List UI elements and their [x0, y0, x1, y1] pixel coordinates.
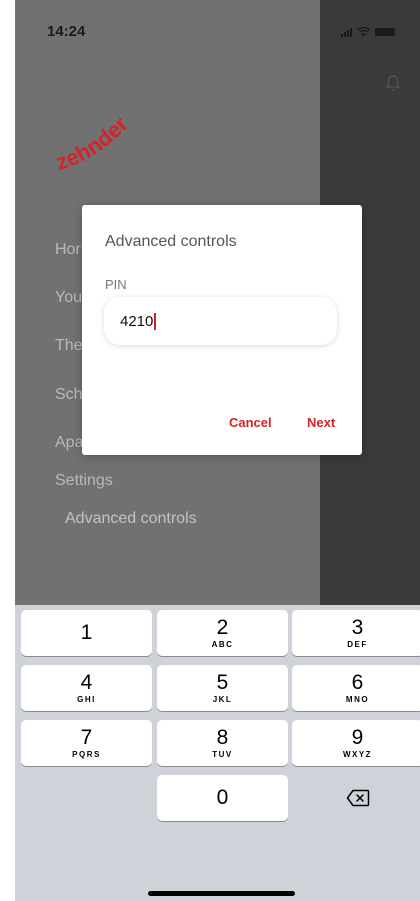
menu-subitem-advanced-controls[interactable]: Advanced controls [65, 510, 197, 528]
key-letters: GHI [77, 695, 96, 704]
pin-input[interactable]: 4210 [104, 297, 337, 345]
key-6[interactable]: 6 MNO [292, 665, 420, 711]
key-letters: ABC [211, 640, 234, 649]
key-8[interactable]: 8 TUV [157, 720, 288, 766]
key-1[interactable]: 1 [21, 610, 152, 656]
key-letters: DEF [347, 640, 368, 649]
key-number: 3 [351, 616, 364, 639]
key-number: 1 [80, 621, 93, 644]
key-letters: JKL [212, 695, 233, 704]
bell-icon[interactable] [385, 74, 401, 92]
status-icons [341, 27, 395, 37]
key-7[interactable]: 7 PQRS [21, 720, 152, 766]
key-2[interactable]: 2 ABC [157, 610, 288, 656]
status-time: 14:24 [47, 23, 86, 40]
menu-item-settings[interactable]: Settings [55, 472, 113, 490]
menu-item-home[interactable]: Hor [55, 241, 81, 259]
pin-value: 4210 [120, 312, 154, 330]
key-letters: WXYZ [342, 750, 373, 759]
key-number: 0 [216, 786, 229, 809]
key-number: 7 [80, 726, 93, 749]
pin-label: PIN [105, 277, 127, 292]
numeric-keypad: 1 2 ABC 3 DEF 4 GHI 5 JKL 6 MNO 7 PQRS 8… [15, 605, 420, 901]
key-9[interactable]: 9 WXYZ [292, 720, 420, 766]
svg-text:zehnder: zehnder [53, 111, 133, 175]
key-number: 4 [80, 671, 93, 694]
battery-icon [375, 28, 395, 36]
wifi-icon [357, 27, 370, 37]
key-letters: MNO [345, 695, 370, 704]
dialog-title: Advanced controls [105, 233, 237, 250]
next-button[interactable]: Next [307, 415, 335, 430]
menu-item-apartment[interactable]: Apa [55, 434, 83, 452]
key-number: 6 [351, 671, 364, 694]
text-caret [154, 312, 157, 330]
menu-item-schedule[interactable]: Sch [55, 386, 83, 404]
logo-text: zehnder [53, 111, 133, 175]
backspace-icon [346, 789, 369, 807]
advanced-controls-dialog: Advanced controls PIN 4210 Cancel Next [82, 205, 362, 455]
menu-item-the[interactable]: The [55, 337, 83, 355]
key-5[interactable]: 5 JKL [157, 665, 288, 711]
key-number: 8 [216, 726, 229, 749]
signal-icon [341, 27, 352, 37]
home-indicator[interactable] [148, 891, 295, 896]
menu-item-your[interactable]: You [55, 289, 82, 307]
key-letters: PQRS [72, 750, 101, 759]
backspace-key[interactable] [292, 775, 420, 821]
key-3[interactable]: 3 DEF [292, 610, 420, 656]
key-0[interactable]: 0 [157, 775, 288, 821]
zehnder-logo: zehnder [53, 111, 133, 175]
phone-screen: 14:24 zehnder Hor You The Sch Apa Settin… [15, 0, 420, 901]
key-4[interactable]: 4 GHI [21, 665, 152, 711]
key-number: 2 [216, 616, 229, 639]
key-number: 9 [351, 726, 364, 749]
cancel-button[interactable]: Cancel [229, 415, 272, 430]
key-letters: TUV [212, 750, 233, 759]
key-number: 5 [216, 671, 229, 694]
